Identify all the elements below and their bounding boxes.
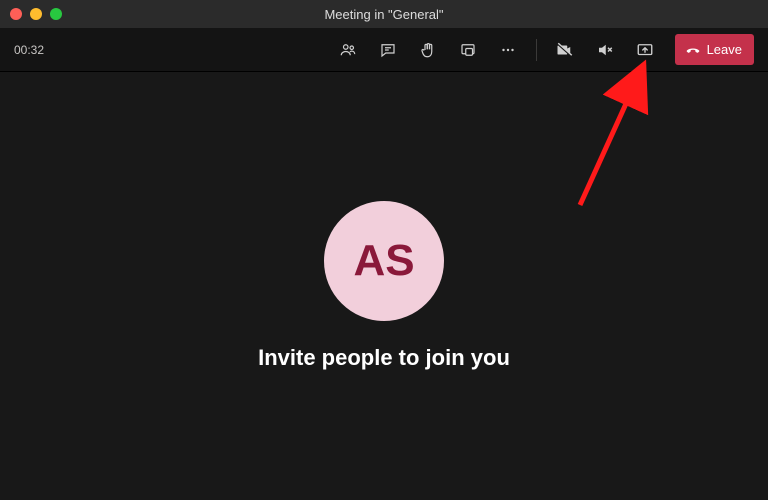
camera-off-icon	[556, 41, 574, 59]
camera-toggle-button[interactable]	[549, 34, 581, 66]
window-titlebar: Meeting in "General"	[0, 0, 768, 28]
rooms-button[interactable]	[452, 34, 484, 66]
participants-button[interactable]	[332, 34, 364, 66]
more-actions-button[interactable]	[492, 34, 524, 66]
toolbar-separator	[536, 39, 537, 61]
people-icon	[339, 41, 357, 59]
share-screen-button[interactable]	[629, 34, 661, 66]
mic-toggle-button[interactable]	[589, 34, 621, 66]
invite-prompt: Invite people to join you	[258, 345, 510, 371]
share-screen-icon	[636, 41, 654, 59]
raise-hand-button[interactable]	[412, 34, 444, 66]
hang-up-icon	[685, 40, 701, 59]
speaker-muted-icon	[596, 41, 614, 59]
ellipsis-icon	[499, 41, 517, 59]
leave-label: Leave	[707, 42, 742, 57]
meeting-stage: AS Invite people to join you	[0, 72, 768, 500]
chat-icon	[379, 41, 397, 59]
chat-button[interactable]	[372, 34, 404, 66]
hand-icon	[419, 41, 437, 59]
window-title: Meeting in "General"	[0, 7, 768, 22]
leave-button[interactable]: Leave	[675, 34, 754, 65]
rooms-icon	[459, 41, 477, 59]
participant-avatar: AS	[324, 201, 444, 321]
meeting-toolbar: 00:32	[0, 28, 768, 72]
avatar-initials: AS	[353, 236, 414, 286]
meeting-timer: 00:32	[14, 43, 44, 57]
